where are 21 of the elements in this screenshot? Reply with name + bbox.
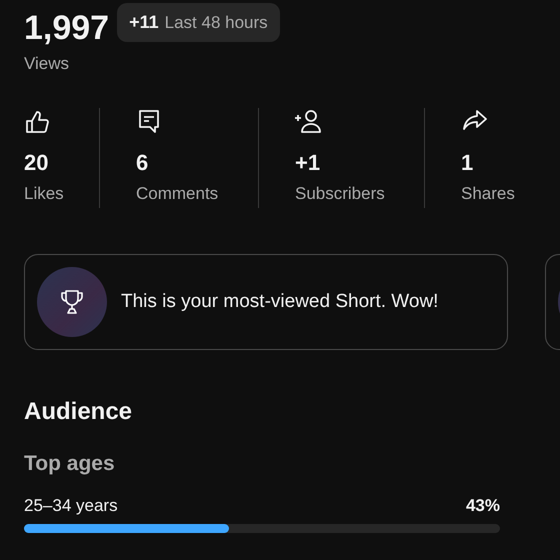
stat-label: Comments	[136, 184, 218, 204]
stat-value: 1	[461, 150, 474, 176]
stat-value: 6	[136, 150, 148, 176]
views-delta: +11	[129, 12, 159, 32]
stat-label: Shares	[461, 184, 515, 204]
group-title: Top ages	[24, 452, 116, 476]
highlight-card[interactable]: This is your most-viewed Short. Wow!	[24, 254, 508, 350]
item-label: 25–34 years	[24, 496, 118, 516]
views-count: 1,997	[24, 8, 110, 48]
section-heading: Audience	[24, 398, 134, 426]
stat-label: Subscribers	[295, 184, 385, 204]
highlight-text: This is your most-viewed Short. Wow!	[121, 291, 438, 313]
stat-value: +1	[295, 150, 320, 176]
trophy-icon	[58, 288, 86, 316]
stat-label: Likes	[24, 184, 64, 204]
item-percent: 43%	[466, 496, 500, 516]
period-label: Last 48 hours	[164, 12, 268, 32]
stat-value: 20	[24, 150, 48, 176]
thumbs-up-icon	[24, 108, 52, 136]
add-person-icon	[295, 108, 323, 136]
views-label: Views	[24, 54, 70, 74]
